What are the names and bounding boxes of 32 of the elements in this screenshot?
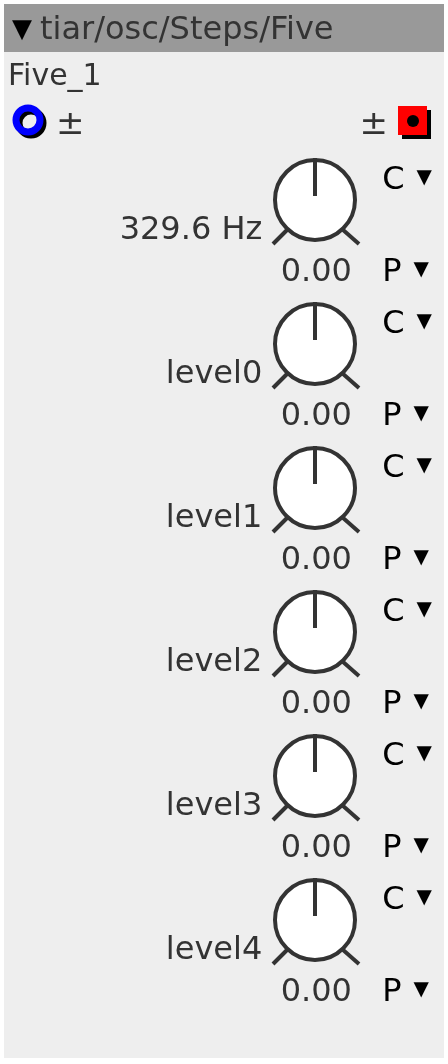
control-menu[interactable]: C ▼ [382,450,432,482]
inlet-icon[interactable] [12,104,48,140]
control-menu[interactable]: C ▼ [382,594,432,626]
control-menu[interactable]: C ▼ [382,882,432,914]
preset-menu[interactable]: P ▼ [382,830,432,862]
collapse-toggle: ▼ [12,15,32,41]
object-header[interactable]: ▼ tiar/osc/Steps/Five [4,4,444,52]
preset-menu[interactable]: P ▼ [382,254,432,286]
param-label: level1 [165,500,263,532]
param-label: level4 [165,932,263,964]
control-menu[interactable]: C ▼ [382,738,432,770]
outlet-icon[interactable] [396,104,432,140]
bipolar-sign: ± [359,105,388,139]
control-menu[interactable]: C ▼ [382,162,432,194]
param-value: 0.00 [280,830,352,862]
param-value: 0.00 [280,974,352,1006]
preset-menu[interactable]: P ▼ [382,974,432,1006]
preset-menu[interactable]: P ▼ [382,398,432,430]
preset-menu[interactable]: P ▼ [382,686,432,718]
preset-menu[interactable]: P ▼ [382,542,432,574]
param-label: level3 [165,788,263,820]
bipolar-sign: ± [56,105,85,139]
control-menu[interactable]: C ▼ [382,306,432,338]
param-value: 0.00 [280,254,352,286]
param-value: 0.00 [280,542,352,574]
param-label: level2 [165,644,263,676]
param-label: level0 [165,356,263,388]
instance-name: Five_1 [8,57,102,92]
param-value: 0.00 [280,398,352,430]
object-title: tiar/osc/Steps/Five [40,12,334,44]
param-value: 0.00 [280,686,352,718]
param-label: 329.6 Hz [119,212,263,244]
